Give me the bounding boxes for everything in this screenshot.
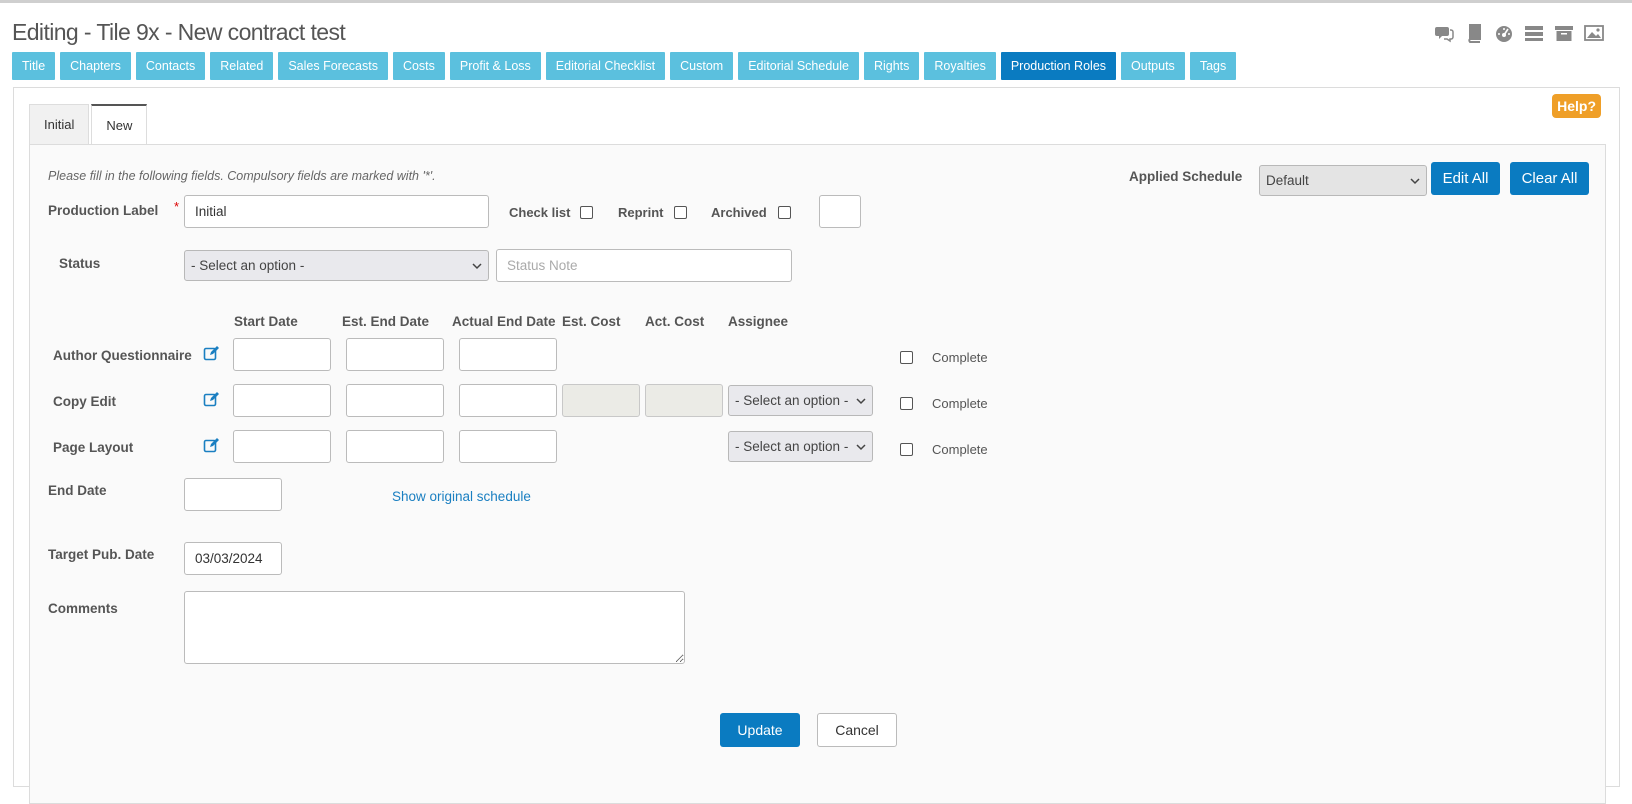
est-end-date-input[interactable] [346, 384, 444, 417]
est-cost-input [562, 384, 640, 417]
act-cost-input [645, 384, 723, 417]
nav-tab[interactable]: Sales Forecasts [278, 52, 388, 80]
assignee-header: Assignee [728, 314, 789, 329]
nav-tab[interactable]: Title [12, 52, 56, 80]
reprint-label: Reprint [618, 205, 664, 220]
est-end-date-input[interactable] [346, 430, 444, 463]
show-original-schedule-link[interactable]: Show original schedule [392, 489, 531, 504]
edit-icon[interactable] [203, 391, 220, 408]
production-label-label: Production Label [48, 203, 159, 218]
clear-all-button[interactable]: Clear All [1510, 162, 1589, 195]
task-name: Author Questionnaire [53, 348, 192, 363]
chevron-down-icon [472, 262, 482, 269]
applied-schedule-value: Default [1266, 173, 1309, 188]
chevron-down-icon [856, 443, 866, 450]
subtab[interactable]: Initial [29, 104, 90, 144]
book-icon[interactable] [1464, 23, 1484, 43]
complete-label: Complete [932, 396, 988, 411]
list-icon[interactable] [1524, 23, 1544, 43]
task-name: Copy Edit [53, 394, 116, 409]
archive-icon[interactable] [1554, 23, 1574, 43]
archived-checkbox[interactable] [778, 206, 791, 219]
nav-tab[interactable]: Editorial Checklist [545, 52, 666, 80]
form-intro: Please fill in the following fields. Com… [48, 169, 436, 183]
reprint-checkbox[interactable] [674, 206, 687, 219]
nav-tab[interactable]: Related [210, 52, 274, 80]
production-form: Please fill in the following fields. Com… [29, 144, 1606, 804]
nav-tab[interactable]: Royalties [924, 52, 996, 80]
start-date-header: Start Date [234, 314, 298, 329]
assignee-select-value: - Select an option - [735, 393, 849, 408]
comments-label: Comments [48, 601, 118, 616]
nav-tab[interactable]: Contacts [135, 52, 206, 80]
nav-tab[interactable]: Production Roles [1000, 52, 1117, 80]
status-label: Status [59, 256, 101, 271]
main-nav-tabs: Title Chapters Contacts Related Sales Foreca… [12, 52, 1237, 80]
nav-tab[interactable]: Tags [1189, 52, 1237, 80]
actual-end-date-header: Actual End Date [452, 314, 556, 329]
comments-textarea[interactable] [184, 591, 685, 664]
required-mark: * [174, 199, 180, 214]
end-date-label: End Date [48, 483, 107, 498]
complete-checkbox[interactable] [900, 397, 913, 410]
start-date-input[interactable] [233, 430, 331, 463]
edit-icon[interactable] [203, 345, 220, 362]
nav-tab[interactable]: Rights [863, 52, 920, 80]
nav-tab[interactable]: Outputs [1121, 52, 1185, 80]
schedule-subtabs: Initial New [29, 104, 149, 145]
checklist-checkbox[interactable] [580, 206, 593, 219]
target-pub-date-label: Target Pub. Date [48, 547, 155, 562]
target-pub-date-input[interactable] [184, 542, 282, 575]
applied-schedule-label: Applied Schedule [1129, 169, 1243, 184]
chevron-down-icon [856, 397, 866, 404]
edit-all-button[interactable]: Edit All [1431, 162, 1500, 195]
est-cost-header: Est. Cost [562, 314, 621, 329]
actual-end-date-input[interactable] [459, 338, 557, 371]
complete-label: Complete [932, 350, 988, 365]
status-select[interactable]: - Select an option - [184, 250, 489, 281]
status-select-value: - Select an option - [191, 258, 305, 273]
act-cost-header: Act. Cost [645, 314, 705, 329]
image-icon[interactable] [1584, 23, 1604, 43]
content-panel: Help? Initial New Please fill in the foll… [13, 87, 1620, 804]
actual-end-date-input[interactable] [459, 430, 557, 463]
task-name: Page Layout [53, 440, 134, 455]
comments-icon[interactable] [1434, 23, 1454, 43]
applied-schedule-select[interactable]: Default [1259, 165, 1427, 196]
nav-tab[interactable]: Costs [392, 52, 445, 80]
checklist-label: Check list [509, 205, 571, 220]
assignee-select-value: - Select an option - [735, 439, 849, 454]
color-swatch-box[interactable] [819, 195, 861, 228]
actual-end-date-input[interactable] [459, 384, 557, 417]
assignee-select[interactable]: - Select an option - [728, 385, 873, 416]
status-note-input[interactable] [496, 249, 792, 282]
chevron-down-icon [1410, 177, 1420, 184]
archived-label: Archived [711, 205, 767, 220]
nav-tab[interactable]: Editorial Schedule [738, 52, 859, 80]
update-button[interactable]: Update [720, 713, 800, 747]
start-date-input[interactable] [233, 338, 331, 371]
top-toolbar [1434, 23, 1604, 43]
est-end-date-header: Est. End Date [342, 314, 430, 329]
subtab[interactable]: New [91, 104, 148, 145]
page-title: Editing - Tile 9x - New contract test [12, 19, 346, 45]
edit-icon[interactable] [203, 437, 220, 454]
end-date-input[interactable] [184, 478, 282, 511]
help-button[interactable]: Help? [1552, 94, 1601, 118]
complete-checkbox[interactable] [900, 351, 913, 364]
est-end-date-input[interactable] [346, 338, 444, 371]
production-label-input[interactable] [184, 195, 489, 228]
cancel-button[interactable]: Cancel [817, 713, 897, 747]
start-date-input[interactable] [233, 384, 331, 417]
assignee-select[interactable]: - Select an option - [728, 431, 873, 462]
complete-label: Complete [932, 442, 988, 457]
dashboard-icon[interactable] [1494, 23, 1514, 43]
nav-tab[interactable]: Profit & Loss [449, 52, 541, 80]
nav-tab[interactable]: Custom [670, 52, 734, 80]
complete-checkbox[interactable] [900, 443, 913, 456]
nav-tab[interactable]: Chapters [60, 52, 131, 80]
